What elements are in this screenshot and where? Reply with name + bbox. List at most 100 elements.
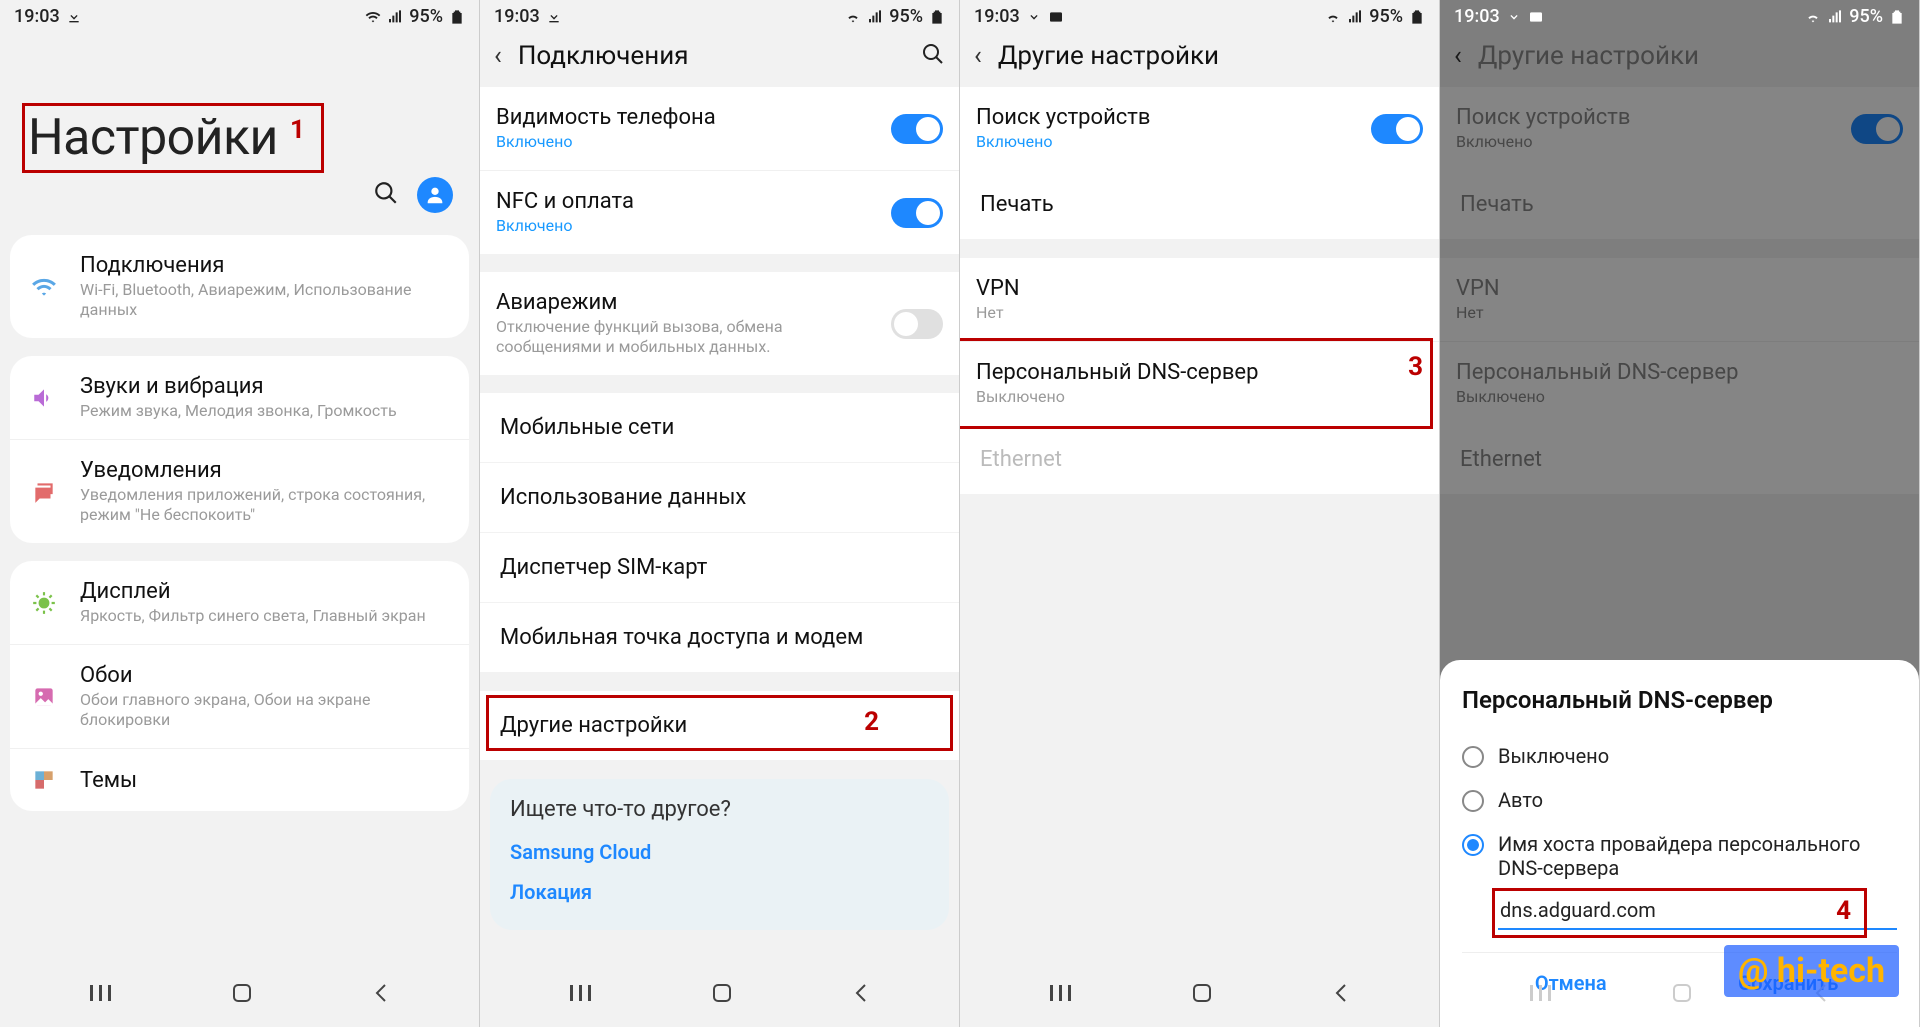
- nav-back[interactable]: [851, 981, 871, 1009]
- row-title: Подключения: [80, 253, 453, 278]
- row-vpn[interactable]: VPN Нет: [960, 258, 1439, 341]
- row-sub: Выключено: [976, 387, 1423, 407]
- row-sim-manager[interactable]: Диспетчер SIM-карт: [480, 533, 959, 603]
- row-themes[interactable]: Темы: [10, 748, 469, 811]
- download-icon: [546, 9, 562, 25]
- row-sub: Яркость, Фильтр синего света, Главный эк…: [80, 606, 453, 626]
- radio-off[interactable]: Выключено: [1462, 734, 1897, 778]
- row-wallpaper[interactable]: Обои Обои главного экрана, Обои на экран…: [10, 644, 469, 748]
- search-icon[interactable]: [921, 42, 945, 70]
- group-2: VPN Нет 3 Персональный DNS-сервер Выключ…: [960, 258, 1439, 495]
- row-print[interactable]: Печать: [960, 170, 1439, 240]
- battery-icon: [449, 9, 465, 25]
- screen-1-settings: 19:03 95% 1 Настройки Подключения Wi-Fi,…: [0, 0, 480, 1027]
- status-bar: 19:03 95%: [960, 0, 1439, 29]
- group-network: Мобильные сети Использование данных Дисп…: [480, 393, 959, 673]
- radio-icon: [1462, 834, 1484, 856]
- header-title: Другие настройки: [998, 41, 1425, 71]
- nav-back[interactable]: [371, 981, 391, 1009]
- img-icon: [1048, 9, 1064, 25]
- nav-home[interactable]: [710, 981, 734, 1009]
- header: ‹ Другие настройки: [960, 29, 1439, 87]
- radio-hostname[interactable]: Имя хоста провайдера персонального DNS-с…: [1462, 822, 1897, 890]
- avatar[interactable]: [417, 177, 453, 213]
- row-device-search[interactable]: Поиск устройств Включено: [960, 87, 1439, 170]
- toggle[interactable]: [891, 309, 943, 339]
- toolbar: [0, 177, 479, 235]
- wifi-icon: [1805, 9, 1821, 25]
- settings-group-3: Дисплей Яркость, Фильтр синего света, Гл…: [10, 561, 469, 811]
- row-title: Дисплей: [80, 579, 453, 604]
- row-nfc[interactable]: NFC и оплата Включено: [480, 170, 959, 254]
- dialog-title: Персональный DNS-сервер: [1462, 686, 1897, 714]
- footer-suggestions: Ищете что-то другое? Samsung Cloud Локац…: [490, 779, 949, 930]
- row-airplane[interactable]: Авиарежим Отключение функций вызова, обм…: [480, 272, 959, 375]
- row-sub: Режим звука, Мелодия звонка, Громкость: [80, 401, 453, 421]
- row-sub: Обои главного экрана, Обои на экране бло…: [80, 690, 453, 730]
- row-title: NFC и оплата: [496, 189, 873, 214]
- settings-group-1: Подключения Wi-Fi, Bluetooth, Авиарежим,…: [10, 235, 469, 338]
- battery-text: 95%: [889, 6, 923, 27]
- nav-recents[interactable]: [1528, 983, 1554, 1007]
- nav-back[interactable]: [1331, 981, 1351, 1009]
- toggle[interactable]: [891, 114, 943, 144]
- battery-icon: [1409, 9, 1425, 25]
- row-title: Обои: [80, 663, 453, 688]
- clock: 19:03: [974, 6, 1020, 27]
- row-mobile-networks[interactable]: Мобильные сети: [480, 393, 959, 463]
- clock: 19:03: [1454, 6, 1500, 27]
- wifi-icon: [1325, 9, 1341, 25]
- nav-bar: [0, 963, 479, 1027]
- display-icon: [26, 590, 62, 616]
- link-location[interactable]: Локация: [510, 872, 929, 912]
- screen-4-dns-dialog: 19:03 95% ‹ Другие настройки Поиск устро…: [1440, 0, 1920, 1027]
- row-title: Поиск устройств: [976, 105, 1353, 130]
- row-display[interactable]: Дисплей Яркость, Фильтр синего света, Гл…: [10, 561, 469, 644]
- back-icon[interactable]: ‹: [494, 41, 502, 71]
- toggle[interactable]: [1371, 114, 1423, 144]
- battery-icon: [1889, 9, 1905, 25]
- row-sounds[interactable]: Звуки и вибрация Режим звука, Мелодия зв…: [10, 356, 469, 439]
- nav-recents[interactable]: [88, 983, 114, 1007]
- nav-home[interactable]: [1670, 981, 1694, 1009]
- back-icon[interactable]: ‹: [974, 41, 982, 71]
- row-hotspot[interactable]: Мобильная точка доступа и модем: [480, 603, 959, 673]
- row-private-dns[interactable]: 3 Персональный DNS-сервер Выключено: [960, 341, 1439, 425]
- row-sub: Нет: [976, 303, 1423, 323]
- signal-icon: [1347, 9, 1363, 25]
- row-notifications[interactable]: Уведомления Уведомления приложений, стро…: [10, 439, 469, 543]
- nav-bar: [480, 963, 959, 1027]
- row-more-settings[interactable]: Другие настройки: [480, 691, 959, 761]
- clock: 19:03: [494, 6, 540, 27]
- nav-home[interactable]: [1190, 981, 1214, 1009]
- row-title: Персональный DNS-сервер: [976, 360, 1423, 385]
- row-sub: Отключение функций вызова, обмена сообще…: [496, 317, 873, 357]
- radio-auto[interactable]: Авто: [1462, 778, 1897, 822]
- row-sub: Wi-Fi, Bluetooth, Авиарежим, Использован…: [80, 280, 453, 320]
- status-bar: 19:03 95%: [1440, 0, 1919, 29]
- wifi-icon: [26, 274, 62, 300]
- download-icon: [1506, 9, 1522, 25]
- row-phone-visibility[interactable]: Видимость телефона Включено: [480, 87, 959, 170]
- battery-text: 95%: [1369, 6, 1403, 27]
- clock: 19:03: [14, 6, 60, 27]
- radio-icon: [1462, 746, 1484, 768]
- nav-home[interactable]: [230, 981, 254, 1009]
- battery-text: 95%: [1849, 6, 1883, 27]
- toggle[interactable]: [891, 198, 943, 228]
- row-data-usage[interactable]: Использование данных: [480, 463, 959, 533]
- row-ethernet: Ethernet: [960, 425, 1439, 495]
- row-title: Уведомления: [80, 458, 453, 483]
- header-title: Подключения: [518, 41, 905, 71]
- wifi-icon: [365, 9, 381, 25]
- nav-recents[interactable]: [1048, 983, 1074, 1007]
- nav-recents[interactable]: [568, 983, 594, 1007]
- link-samsung-cloud[interactable]: Samsung Cloud: [510, 832, 929, 872]
- dns-hostname-input[interactable]: dns.adguard.com: [1498, 890, 1897, 930]
- signal-icon: [867, 9, 883, 25]
- search-icon[interactable]: [373, 180, 399, 210]
- sound-icon: [26, 385, 62, 411]
- group-airplane: Авиарежим Отключение функций вызова, обм…: [480, 272, 959, 375]
- row-sub: Включено: [496, 216, 873, 236]
- row-connections[interactable]: Подключения Wi-Fi, Bluetooth, Авиарежим,…: [10, 235, 469, 338]
